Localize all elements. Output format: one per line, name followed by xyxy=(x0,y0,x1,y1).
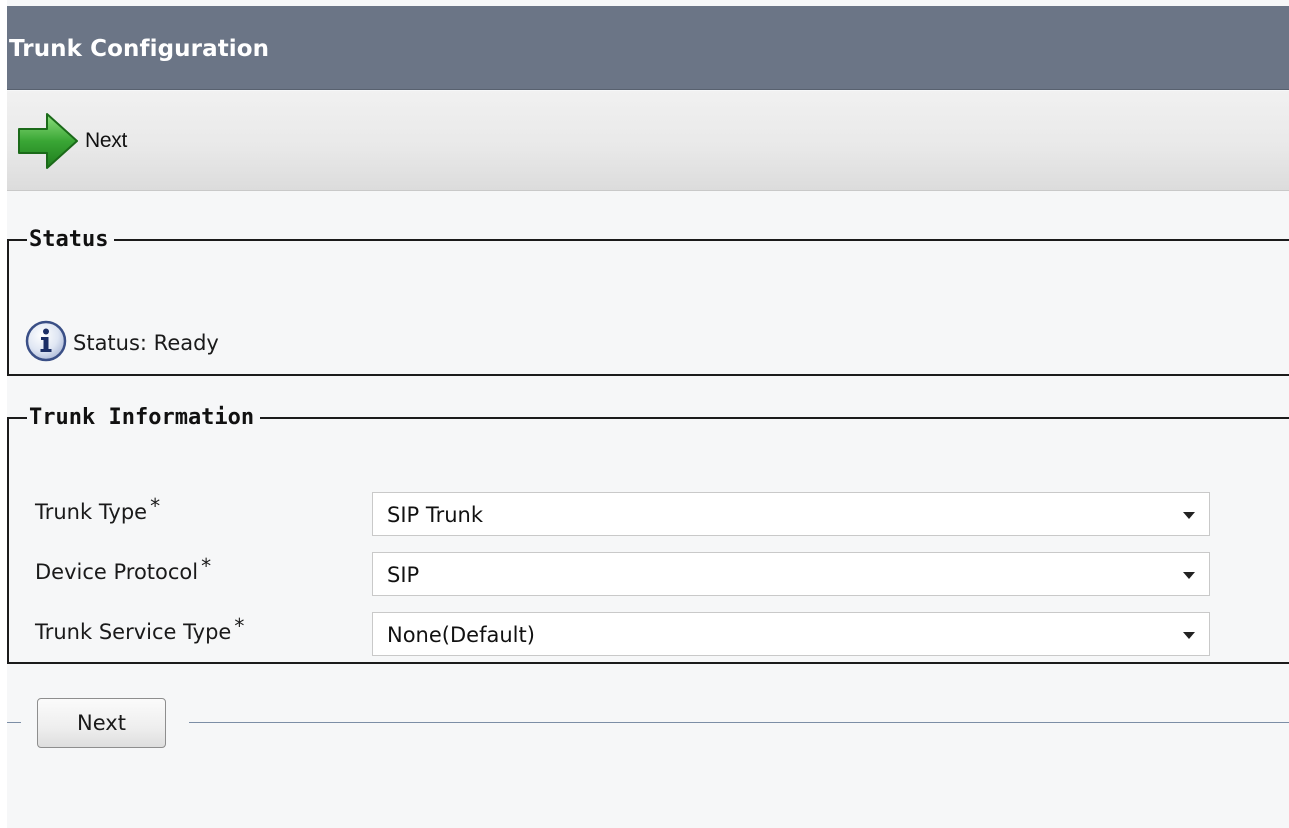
device-protocol-value: SIP xyxy=(387,563,420,587)
device-protocol-label: Device Protocol * xyxy=(35,554,212,584)
required-marker: * xyxy=(150,494,161,518)
status-message: Status: Ready xyxy=(73,331,219,355)
trunk-service-type-select[interactable]: None(Default) xyxy=(372,612,1210,656)
device-protocol-row: Device Protocol * SIP xyxy=(35,552,1285,598)
trunk-information-legend: Trunk Information xyxy=(29,405,255,430)
page-edge xyxy=(0,0,7,828)
status-section: Status Status: Ready xyxy=(7,228,1289,376)
trunk-service-type-value: None(Default) xyxy=(387,623,535,647)
divider xyxy=(189,722,1289,723)
green-arrow-right-icon xyxy=(17,112,79,170)
trunk-type-row: Trunk Type * SIP Trunk xyxy=(35,492,1285,538)
title-bar: Trunk Configuration xyxy=(7,6,1289,90)
info-icon xyxy=(25,320,67,366)
page-title: Trunk Configuration xyxy=(9,36,270,62)
trunk-service-type-row: Trunk Service Type * None(Default) xyxy=(35,612,1285,658)
trunk-information-section: Trunk Information Trunk Type * SIP Trunk … xyxy=(7,406,1289,664)
next-button[interactable]: Next xyxy=(37,698,166,748)
toolbar-next-button[interactable]: Next xyxy=(17,111,127,171)
footer-bar: Next xyxy=(7,692,1289,752)
trunk-type-label: Trunk Type * xyxy=(35,494,161,524)
trunk-service-type-label: Trunk Service Type * xyxy=(35,614,245,644)
chevron-down-icon xyxy=(1183,632,1195,639)
divider xyxy=(7,722,21,723)
chevron-down-icon xyxy=(1183,512,1195,519)
status-legend: Status xyxy=(29,227,109,252)
status-line: Status: Ready xyxy=(25,320,219,366)
trunk-type-select[interactable]: SIP Trunk xyxy=(372,492,1210,536)
required-marker: * xyxy=(234,614,245,638)
trunk-type-value: SIP Trunk xyxy=(387,503,484,527)
chevron-down-icon xyxy=(1183,572,1195,579)
device-protocol-select[interactable]: SIP xyxy=(372,552,1210,596)
toolbar: Next xyxy=(7,91,1289,191)
toolbar-next-label: Next xyxy=(85,129,127,152)
required-marker: * xyxy=(201,554,212,578)
